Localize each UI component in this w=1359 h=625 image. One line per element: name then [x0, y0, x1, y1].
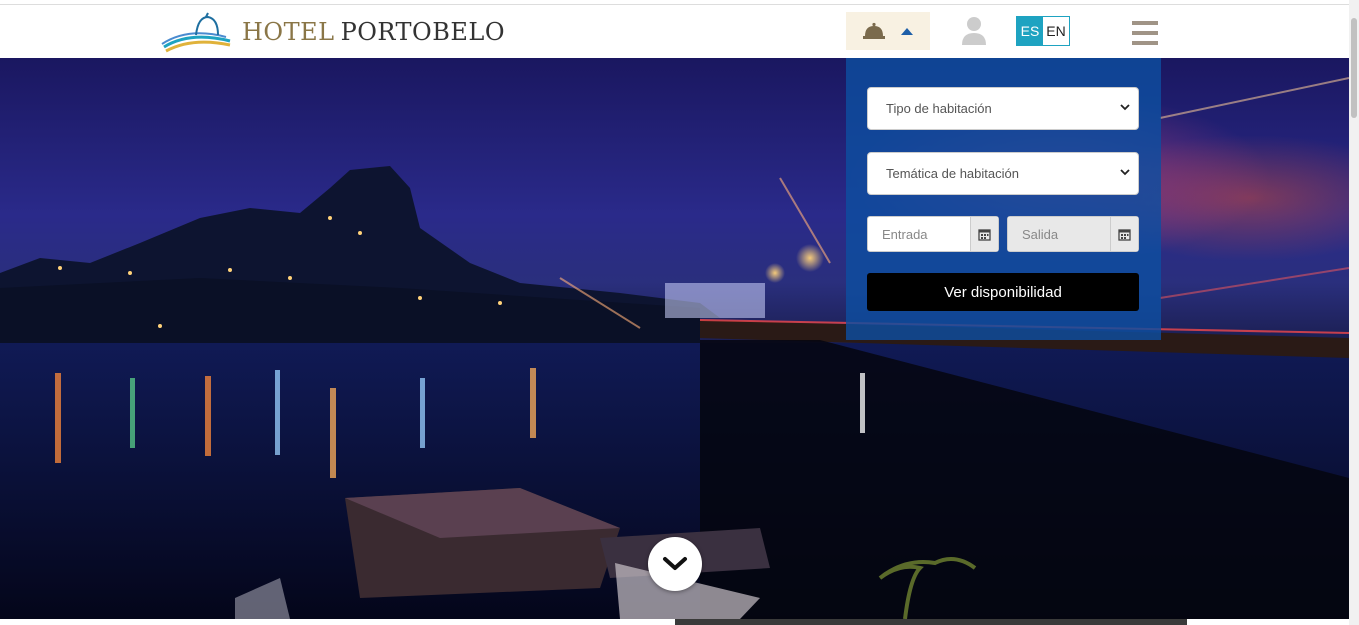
- user-account-button[interactable]: [960, 15, 988, 47]
- scrollbar-thumb[interactable]: [1351, 18, 1357, 118]
- bell-icon: [863, 22, 885, 39]
- main-menu-button[interactable]: [1132, 21, 1158, 45]
- hotel-logo[interactable]: HOTEL PORTOBELO: [160, 11, 505, 53]
- calendar-icon[interactable]: [1110, 217, 1138, 251]
- language-en[interactable]: EN: [1043, 17, 1069, 45]
- check-out-placeholder: Salida: [1008, 217, 1110, 251]
- bottom-strip: [0, 619, 1349, 625]
- language-switcher: ES EN: [1016, 16, 1070, 46]
- check-availability-button[interactable]: Ver disponibilidad: [867, 273, 1139, 311]
- logo-mark-icon: [161, 12, 231, 53]
- site-header: HOTEL PORTOBELO ES EN: [0, 4, 1349, 58]
- scroll-down-button[interactable]: [648, 537, 702, 591]
- language-es[interactable]: ES: [1017, 17, 1043, 45]
- caret-up-icon: [901, 28, 913, 35]
- chevron-down-icon: [663, 557, 687, 570]
- room-type-select[interactable]: Tipo de habitación: [867, 87, 1139, 130]
- booking-form: Tipo de habitación Temática de habitació…: [846, 58, 1161, 340]
- room-type-placeholder: Tipo de habitación: [886, 101, 992, 116]
- room-theme-placeholder: Temática de habitación: [886, 166, 1019, 181]
- user-icon: [962, 17, 986, 45]
- booking-toggle-button[interactable]: [846, 12, 930, 50]
- hamburger-icon: [1132, 21, 1158, 25]
- check-in-field[interactable]: Entrada: [867, 216, 999, 252]
- calendar-icon[interactable]: [970, 217, 998, 251]
- page-scrollbar[interactable]: [1349, 0, 1359, 625]
- check-in-placeholder: Entrada: [882, 226, 928, 242]
- room-theme-select[interactable]: Temática de habitación: [867, 152, 1139, 195]
- logo-word-portobelo: PORTOBELO: [340, 18, 506, 46]
- logo-word-hotel: HOTEL: [242, 18, 335, 46]
- chevron-down-icon: [1120, 169, 1130, 176]
- check-out-field[interactable]: Salida: [1007, 216, 1139, 252]
- chevron-down-icon: [1120, 104, 1130, 111]
- logo-text: HOTEL PORTOBELO: [242, 18, 505, 46]
